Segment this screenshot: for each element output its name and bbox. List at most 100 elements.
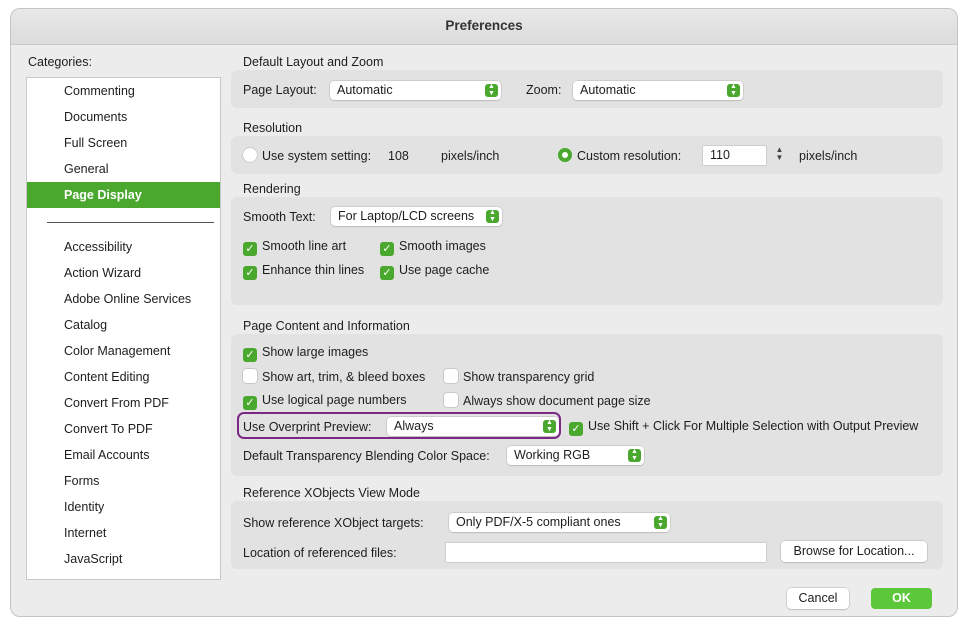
system-resolution-value: 108: [388, 149, 409, 163]
show-large-images-checkbox[interactable]: ✓ Show large images: [243, 345, 368, 362]
category-item-internet[interactable]: Internet: [27, 520, 220, 546]
smooth-text-value: For Laptop/LCD screens: [338, 209, 475, 223]
show-xobject-targets-value: Only PDF/X-5 compliant ones: [456, 515, 621, 529]
smooth-text-dropdown[interactable]: For Laptop/LCD screens ▲ ▼: [331, 207, 502, 226]
category-item-color-management[interactable]: Color Management: [27, 338, 220, 364]
category-item-adobe-online-services[interactable]: Adobe Online Services: [27, 286, 220, 312]
always-show-doc-size-checkbox[interactable]: Always show document page size: [444, 393, 651, 408]
page-layout-dropdown[interactable]: Automatic ▲ ▼: [330, 81, 501, 100]
system-resolution-unit: pixels/inch: [441, 149, 500, 163]
checkbox-icon[interactable]: [444, 369, 458, 383]
section-title-xobjects: Reference XObjects View Mode: [243, 486, 420, 500]
enhance-thin-lines-label: Enhance thin lines: [262, 263, 365, 277]
categories-list[interactable]: Commenting Documents Full Screen General Pag…: [26, 77, 221, 580]
category-item-email-accounts[interactable]: Email Accounts: [27, 442, 220, 468]
dropdown-arrows-icon: ▲ ▼: [654, 515, 667, 529]
smooth-images-label: Smooth images: [399, 239, 486, 253]
category-item-convert-to-pdf[interactable]: Convert To PDF: [27, 416, 220, 442]
categories-label: Categories:: [28, 55, 92, 69]
system-setting-option[interactable]: Use system setting:: [243, 148, 371, 163]
category-item-accessibility[interactable]: Accessibility: [27, 234, 220, 260]
category-item-convert-from-pdf[interactable]: Convert From PDF: [27, 390, 220, 416]
section-title-page-content: Page Content and Information: [243, 319, 410, 333]
category-item-forms[interactable]: Forms: [27, 468, 220, 494]
use-logical-page-numbers-label: Use logical page numbers: [262, 393, 407, 407]
show-xobject-targets-dropdown[interactable]: Only PDF/X-5 compliant ones ▲ ▼: [449, 513, 670, 532]
category-item-page-display[interactable]: Page Display: [27, 182, 220, 208]
smooth-text-label: Smooth Text:: [243, 210, 316, 224]
checkbox-icon[interactable]: ✓: [243, 396, 257, 410]
category-item-action-wizard[interactable]: Action Wizard: [27, 260, 220, 286]
category-item-identity[interactable]: Identity: [27, 494, 220, 520]
page-layout-value: Automatic: [337, 83, 393, 97]
show-transparency-grid-label: Show transparency grid: [463, 370, 595, 384]
checkbox-icon[interactable]: ✓: [243, 348, 257, 362]
shift-click-checkbox[interactable]: ✓ Use Shift + Click For Multiple Selectio…: [569, 419, 918, 436]
show-large-images-label: Show large images: [262, 345, 369, 359]
category-item-documents[interactable]: Documents: [27, 104, 220, 130]
system-setting-label: Use system setting:: [262, 149, 372, 163]
custom-resolution-label: Custom resolution:: [577, 149, 682, 163]
preferences-dialog: Preferences Categories: Commenting Docume…: [10, 8, 958, 617]
resolution-stepper[interactable]: ▲ ▼: [774, 146, 785, 164]
shift-click-label: Use Shift + Click For Multiple Selection…: [588, 419, 919, 433]
page-layout-label: Page Layout:: [243, 83, 317, 97]
blending-color-space-dropdown[interactable]: Working RGB ▲ ▼: [507, 446, 644, 465]
zoom-dropdown[interactable]: Automatic ▲ ▼: [573, 81, 743, 100]
dialog-title: Preferences: [11, 9, 957, 45]
show-transparency-grid-checkbox[interactable]: Show transparency grid: [444, 369, 594, 384]
cancel-button[interactable]: Cancel: [787, 588, 849, 609]
xobjects-panel: Show reference XObject targets: Only PDF…: [231, 501, 943, 569]
show-art-trim-checkbox[interactable]: Show art, trim, & bleed boxes: [243, 369, 425, 384]
category-divider: [27, 208, 220, 234]
checkbox-icon[interactable]: ✓: [380, 266, 394, 280]
browse-for-location-button[interactable]: Browse for Location...: [781, 541, 927, 562]
resolution-panel: Use system setting: 108 pixels/inch Cust…: [231, 136, 943, 174]
category-item-general[interactable]: General: [27, 156, 220, 182]
smooth-line-art-checkbox[interactable]: ✓ Smooth line art: [243, 239, 346, 256]
dropdown-arrows-icon: ▲ ▼: [486, 209, 499, 223]
checkbox-icon[interactable]: ✓: [243, 242, 257, 256]
checkbox-icon[interactable]: ✓: [569, 422, 583, 436]
use-page-cache-label: Use page cache: [399, 263, 490, 277]
zoom-label: Zoom:: [526, 83, 562, 97]
enhance-thin-lines-checkbox[interactable]: ✓ Enhance thin lines: [243, 263, 364, 280]
dropdown-arrows-icon: ▲ ▼: [628, 448, 641, 462]
rendering-panel: Smooth Text: For Laptop/LCD screens ▲ ▼ ✓…: [231, 197, 943, 305]
checkbox-icon[interactable]: ✓: [243, 266, 257, 280]
chevron-down-icon[interactable]: ▼: [776, 153, 784, 162]
smooth-line-art-label: Smooth line art: [262, 239, 347, 253]
category-item-full-screen[interactable]: Full Screen: [27, 130, 220, 156]
blending-color-space-label: Default Transparency Blending Color Spac…: [243, 449, 490, 463]
category-item-content-editing[interactable]: Content Editing: [27, 364, 220, 390]
referenced-files-location-input[interactable]: [446, 543, 766, 562]
dropdown-arrows-icon: ▲ ▼: [727, 83, 740, 97]
use-page-cache-checkbox[interactable]: ✓ Use page cache: [380, 263, 489, 280]
checkbox-icon[interactable]: [444, 393, 458, 407]
always-show-doc-size-label: Always show document page size: [463, 394, 651, 408]
category-item-commenting[interactable]: Commenting: [27, 78, 220, 104]
blending-color-space-value: Working RGB: [514, 448, 591, 462]
checkbox-icon[interactable]: [243, 369, 257, 383]
category-item-catalog[interactable]: Catalog: [27, 312, 220, 338]
custom-resolution-unit: pixels/inch: [799, 149, 858, 163]
layout-zoom-panel: Page Layout: Automatic ▲ ▼ Zoom: Automati…: [231, 70, 943, 108]
section-title-resolution: Resolution: [243, 121, 303, 135]
section-title-layout-zoom: Default Layout and Zoom: [243, 55, 384, 69]
checkbox-icon[interactable]: ✓: [380, 242, 394, 256]
category-item-javascript[interactable]: JavaScript: [27, 546, 220, 572]
system-setting-radio[interactable]: [243, 148, 257, 162]
show-art-trim-label: Show art, trim, & bleed boxes: [262, 370, 426, 384]
show-xobject-targets-label: Show reference XObject targets:: [243, 516, 424, 530]
custom-resolution-radio[interactable]: [558, 148, 572, 162]
dropdown-arrows-icon: ▲ ▼: [485, 83, 498, 97]
use-logical-page-numbers-checkbox[interactable]: ✓ Use logical page numbers: [243, 393, 407, 410]
overprint-highlight-outline: [237, 412, 561, 439]
custom-resolution-input[interactable]: 110: [703, 146, 766, 165]
ok-button[interactable]: OK: [871, 588, 932, 609]
referenced-files-location-label: Location of referenced files:: [243, 546, 397, 560]
section-title-rendering: Rendering: [243, 182, 301, 196]
custom-resolution-option[interactable]: Custom resolution:: [558, 148, 681, 163]
smooth-images-checkbox[interactable]: ✓ Smooth images: [380, 239, 486, 256]
zoom-value: Automatic: [580, 83, 636, 97]
